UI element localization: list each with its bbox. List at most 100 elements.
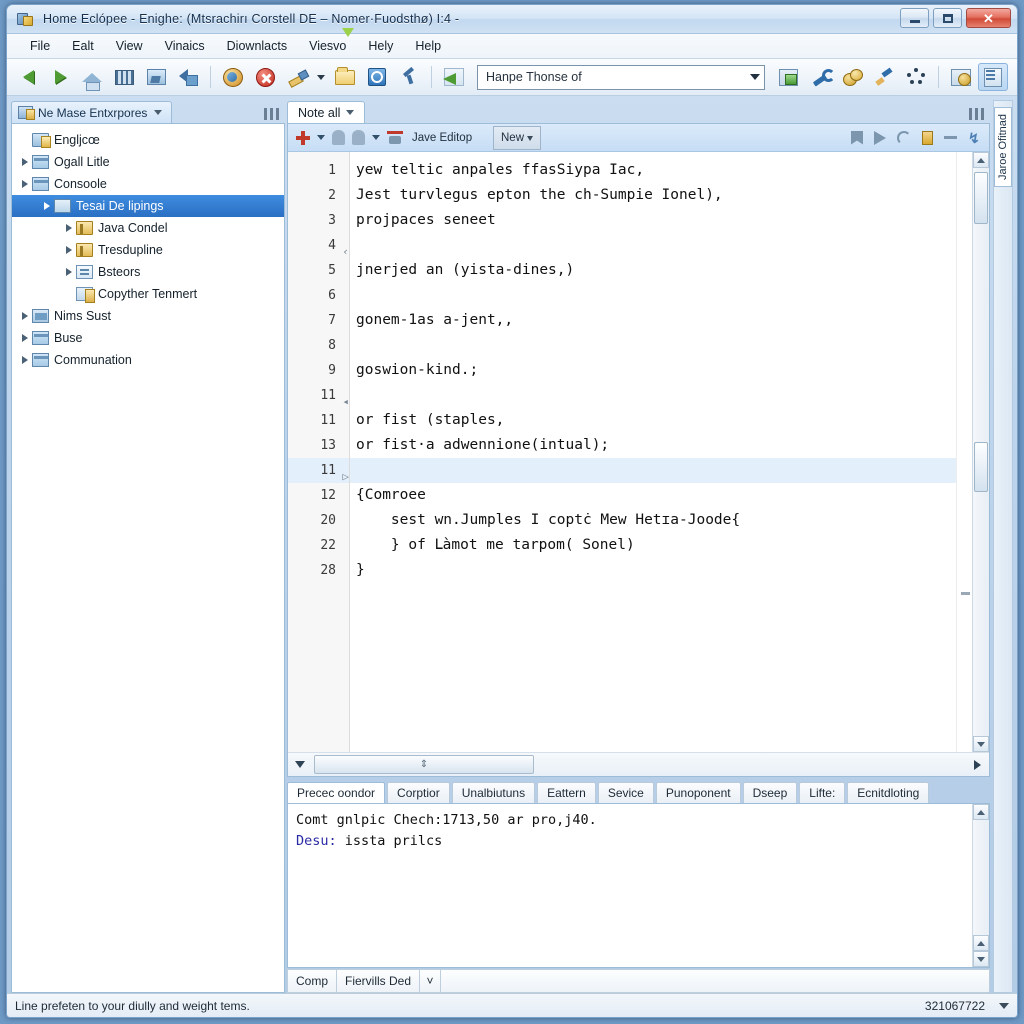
tree-row[interactable]: Buse (12, 327, 284, 349)
forward-button[interactable] (45, 63, 75, 91)
tab-console-7[interactable]: Lifte: (799, 782, 846, 803)
dash-icon[interactable] (944, 136, 957, 139)
back-button[interactable] (13, 63, 43, 91)
coins-button[interactable] (837, 63, 867, 91)
console-scroll-down-button[interactable] (973, 951, 989, 967)
tree-row[interactable]: Bsteors (12, 261, 284, 283)
save-button[interactable] (773, 63, 803, 91)
stop-button[interactable] (250, 63, 280, 91)
console-output[interactable]: Comt gnlpic Chech:1713,50 ar pro,j40. De… (288, 804, 972, 967)
twisty[interactable] (18, 158, 32, 166)
ghost-dropdown-caret-icon[interactable] (372, 135, 380, 140)
menu-item-navigate[interactable]: Vinaics (154, 36, 216, 56)
editor-restore-icon[interactable] (969, 108, 985, 120)
minitab-comp[interactable]: Comp (287, 969, 337, 993)
fast-view-tab[interactable]: Jaroe Ofitnad (994, 107, 1012, 188)
open-perspective-button[interactable] (439, 63, 469, 91)
twisty[interactable] (62, 268, 76, 276)
hscroll-right-button[interactable] (967, 756, 987, 774)
editor-horizontal-scrollbar[interactable]: ⇕ (288, 752, 989, 776)
java-editor-icon[interactable] (387, 130, 403, 145)
tab-console-5[interactable]: Punoponent (655, 782, 741, 803)
tab-console-2[interactable]: Unalbiutuns (451, 782, 536, 803)
tree-row[interactable]: Ogall Litle (12, 151, 284, 173)
twisty[interactable] (40, 202, 54, 210)
brush-dropdown-button[interactable] (314, 63, 328, 91)
tab-console-1[interactable]: Corptior (387, 782, 450, 803)
hscroll-thumb[interactable]: ⇕ (314, 755, 534, 774)
scroll-up-button[interactable] (973, 152, 989, 168)
ghost-icon[interactable] (332, 130, 345, 145)
person-button[interactable]: ♣ (1010, 63, 1017, 91)
console-scroll-up-button-2[interactable] (973, 935, 989, 951)
tree-row[interactable]: Communation (12, 349, 284, 371)
play-icon[interactable] (874, 130, 886, 145)
twisty[interactable] (18, 312, 32, 320)
backlink-button[interactable] (173, 63, 203, 91)
bookmark-icon[interactable] (851, 130, 863, 145)
document-button[interactable] (978, 63, 1008, 91)
menu-item-window[interactable]: Viesvo (298, 36, 357, 56)
grid-button[interactable] (109, 63, 139, 91)
console-vertical-scrollbar[interactable] (972, 804, 989, 967)
wrench-button[interactable] (805, 63, 835, 91)
tree-row[interactable]: Engljcœ (12, 129, 284, 151)
scroll-down-button[interactable] (973, 736, 989, 752)
menu-item-edit[interactable]: Ealt (61, 36, 105, 56)
twisty[interactable] (62, 246, 76, 254)
tree-row-selected[interactable]: Tesai De lipings (12, 195, 284, 217)
tree-row[interactable]: Consoole (12, 173, 284, 195)
tab-package-explorer[interactable]: Ne Mase Entxrpores (11, 101, 173, 123)
brush-button[interactable] (282, 63, 312, 91)
minimize-button[interactable] (900, 8, 929, 28)
search-combo[interactable]: Hanpe Thonse of (477, 64, 765, 90)
tab-editor[interactable]: Note all (287, 101, 366, 123)
image-button[interactable] (141, 63, 171, 91)
hscroll-left-button[interactable] (290, 756, 310, 774)
tree-row[interactable]: Nims Sust (12, 305, 284, 327)
zigzag-icon[interactable]: ↯ (968, 131, 981, 145)
note-icon[interactable] (922, 130, 933, 145)
menu-item-downloads[interactable]: Diownlacts (216, 36, 298, 56)
menu-item-help-alt[interactable]: Hely (357, 36, 404, 56)
twisty[interactable] (62, 224, 76, 232)
tree-row[interactable]: Copyther Tenmert (12, 283, 284, 305)
scroll-thumb[interactable] (974, 172, 988, 224)
scroll-thumb-secondary[interactable] (974, 442, 988, 492)
pin-button[interactable] (394, 63, 424, 91)
twisty[interactable] (18, 180, 32, 188)
tab-console-8[interactable]: Ecnitdloting (847, 782, 930, 803)
maximize-button[interactable] (933, 8, 962, 28)
minitab-details[interactable]: Fiervills Ded (336, 969, 420, 993)
annotation-ruler[interactable] (956, 152, 972, 752)
folder-button[interactable] (330, 63, 360, 91)
console-scroll-up-button[interactable] (973, 804, 989, 820)
tab-console-6[interactable]: Dseep (742, 782, 798, 803)
tab-console-4[interactable]: Sevice (597, 782, 654, 803)
dots-button[interactable] (901, 63, 931, 91)
run-button[interactable] (218, 63, 248, 91)
menu-item-help[interactable]: Help (404, 36, 452, 56)
close-button[interactable]: ✕ (966, 8, 1011, 28)
add-icon[interactable] (296, 130, 310, 145)
code-area[interactable]: yew teltic anpales ffasSiypa Iac, Jest t… (350, 152, 956, 752)
twisty[interactable] (18, 334, 32, 342)
home-button[interactable] (77, 63, 107, 91)
menu-item-view[interactable]: View (105, 36, 154, 56)
tab-console-problems[interactable]: Precec oondor (287, 782, 386, 803)
arc-icon[interactable] (897, 130, 911, 145)
database-button[interactable] (946, 63, 976, 91)
tab-console-3[interactable]: Eattern (537, 782, 596, 803)
ghost2-icon[interactable] (352, 130, 365, 145)
chevron-down-icon[interactable] (999, 1002, 1009, 1009)
editor-vertical-scrollbar[interactable] (972, 152, 989, 752)
explorer-restore-icon[interactable] (264, 108, 280, 120)
pen-button[interactable] (869, 63, 899, 91)
tree-row[interactable]: Tresdupline (12, 239, 284, 261)
minitab-dropdown[interactable]: ˅ (419, 969, 442, 993)
menu-item-file[interactable]: File (19, 36, 61, 56)
tree-row[interactable]: Java Condel (12, 217, 284, 239)
add-dropdown-caret-icon[interactable] (317, 135, 325, 140)
camera-button[interactable] (362, 63, 392, 91)
twisty[interactable] (18, 356, 32, 364)
